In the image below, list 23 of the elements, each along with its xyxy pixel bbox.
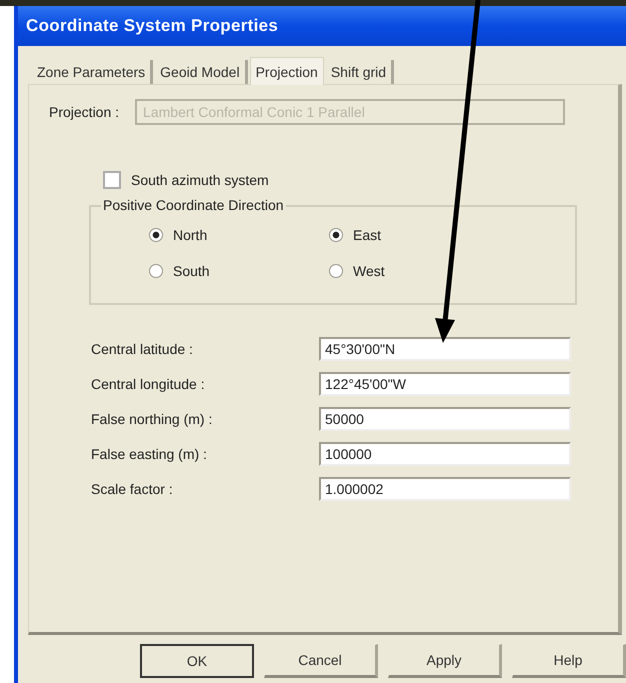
- input-field[interactable]: 1.000002: [319, 477, 571, 501]
- dialog-button[interactable]: OK: [140, 644, 254, 678]
- radio-label: West: [353, 263, 385, 279]
- field-label: Central longitude :: [91, 376, 206, 392]
- field-label: Projection :: [49, 104, 120, 120]
- field-label: Scale factor :: [91, 481, 174, 497]
- dialog-button[interactable]: Apply: [388, 644, 502, 678]
- field-label: False northing (m) :: [91, 411, 214, 427]
- field-label: False easting (m) :: [91, 446, 208, 462]
- field-label: Central latitude :: [91, 341, 194, 357]
- input-field[interactable]: 45°30'00"N: [319, 337, 571, 361]
- window-title: Coordinate System Properties: [26, 16, 278, 36]
- checkbox-label: South azimuth system: [131, 172, 269, 188]
- input-field[interactable]: 50000: [319, 407, 571, 431]
- radio-label: East: [353, 227, 382, 243]
- tab[interactable]: Projection: [250, 57, 324, 85]
- radio-label: South: [173, 263, 210, 279]
- input-field[interactable]: 122°45'00"W: [319, 372, 571, 396]
- group-title: Positive Coordinate Direction: [101, 197, 286, 213]
- dialog-button[interactable]: Cancel: [264, 644, 378, 678]
- input-field[interactable]: 100000: [319, 442, 571, 466]
- radio-label: North: [173, 227, 208, 243]
- dialog-button[interactable]: Help: [512, 644, 626, 678]
